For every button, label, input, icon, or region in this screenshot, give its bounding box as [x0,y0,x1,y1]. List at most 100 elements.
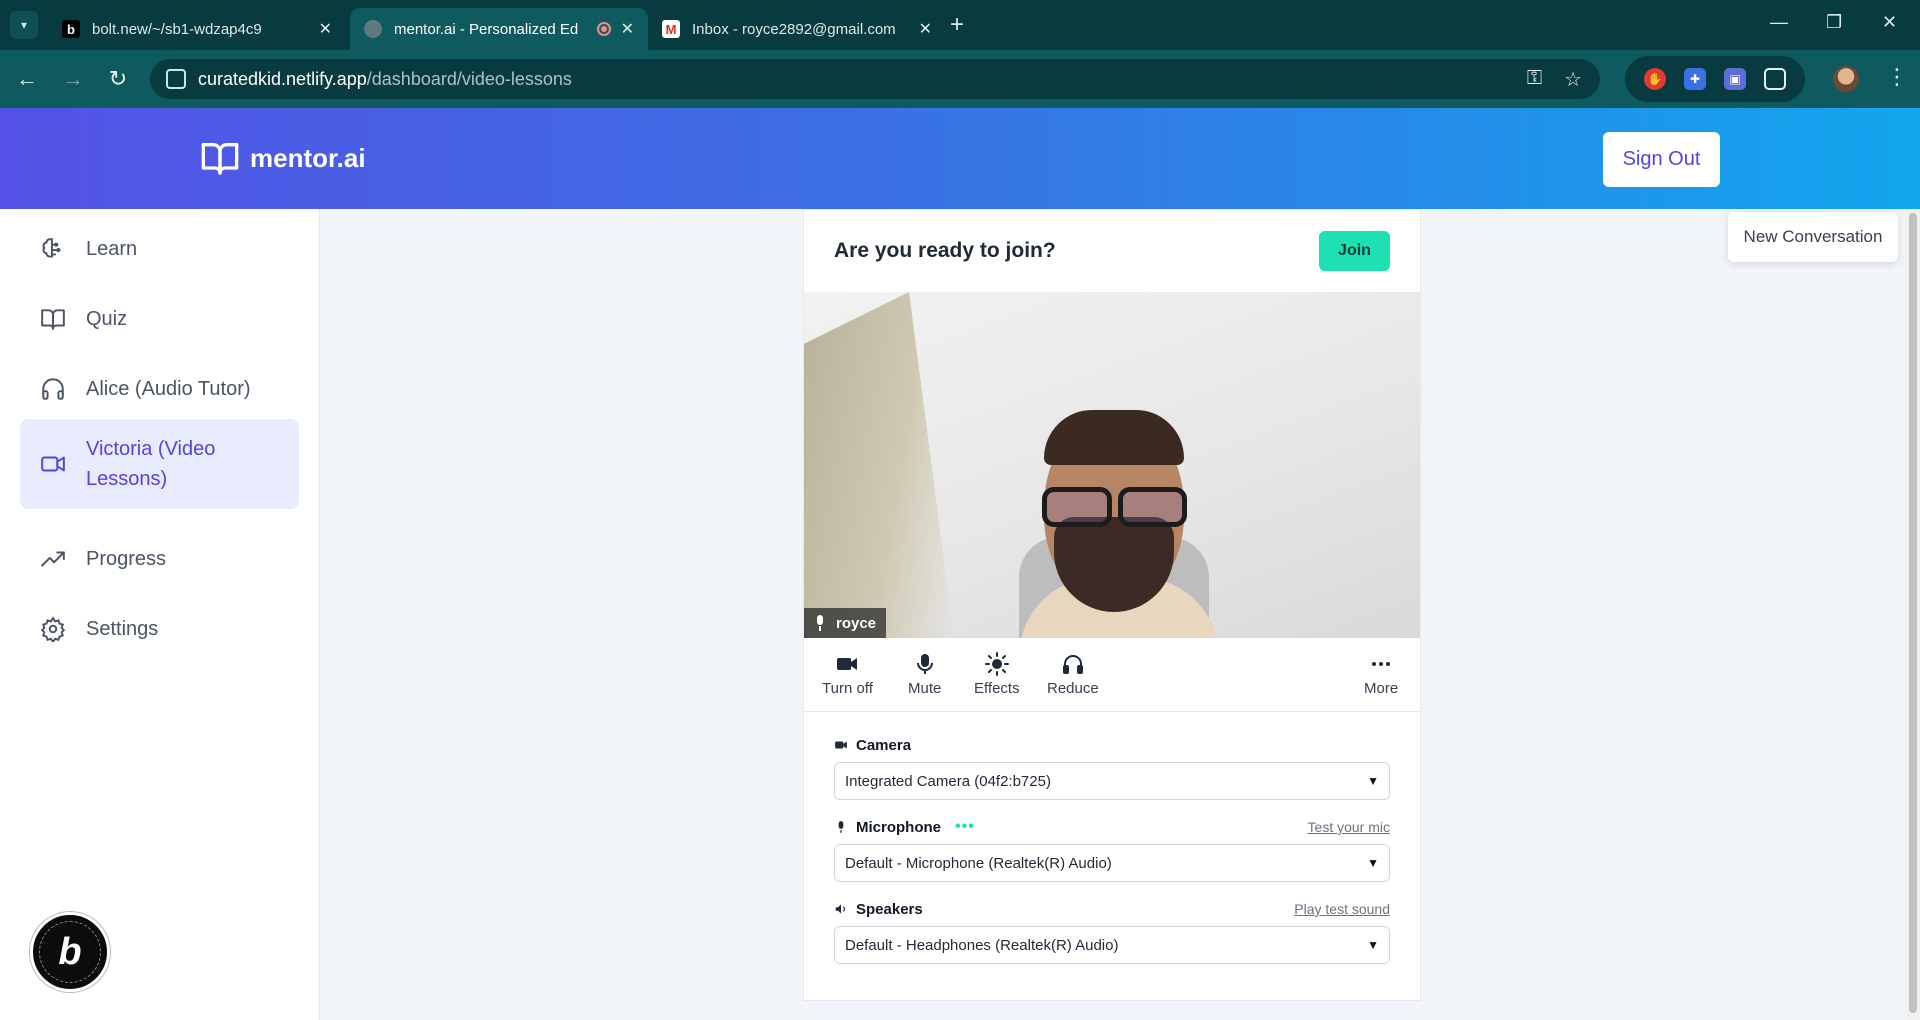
camera-select[interactable]: Integrated Camera (04f2:b725) ▼ [834,762,1390,800]
sidebar-item-quiz[interactable]: Quiz [20,295,299,343]
speakers-setting: Speakers Play test sound Default - Headp… [834,898,1390,964]
camera-icon [837,658,858,670]
microphone-select[interactable]: Default - Microphone (Realtek(R) Audio) … [834,844,1390,882]
tab-gmail[interactable]: M Inbox - royce2892@gmail.com ✕ [648,8,946,50]
sidebar-item-label: Alice (Audio Tutor) [86,377,251,400]
back-icon[interactable]: ← [12,64,42,94]
new-tab-icon[interactable]: + [950,13,964,37]
close-window-icon[interactable]: ✕ [1882,12,1897,33]
tab-close-icon[interactable]: ✕ [319,19,332,39]
restore-icon[interactable]: ❐ [1826,12,1842,33]
logo[interactable]: mentor.ai [200,138,366,178]
participant-name-tag: royce [804,608,887,638]
headset-icon [1062,655,1083,674]
book-icon [41,309,65,330]
chevron-down-icon: ▼ [1367,856,1379,870]
speakers-select-value: Default - Headphones (Realtek(R) Audio) [845,936,1119,954]
sidebar-item-label: Victoria (Video Lessons) [86,438,216,490]
forward-icon[interactable]: → [58,64,88,94]
bolt-badge[interactable]: b [30,912,110,992]
preview-glasses [1042,487,1187,527]
participant-name: royce [836,614,877,632]
browser-tab-bar: ▾ b bolt.new/~/sb1-wdzap4c9 ✕ mentor.ai … [0,0,1920,50]
brain-icon [42,238,61,258]
chevron-down-icon: ▼ [1367,938,1379,952]
preview-wardrobe [804,292,954,638]
mute-button[interactable]: Mute [908,652,941,697]
gmail-icon: M [662,20,680,38]
prejoin-header: Are you ready to join? Join [804,210,1420,292]
more-button[interactable]: More [1364,652,1398,697]
turn-off-camera-button[interactable]: Turn off [822,652,873,697]
sign-out-button[interactable]: Sign Out [1603,132,1720,187]
sidebar: Learn Quiz Alice (Audio Tutor) Victoria … [0,209,320,1020]
sidebar-item-settings[interactable]: Settings [20,605,299,653]
password-key-icon[interactable]: ⚿ [1527,67,1542,92]
more-dots-icon [1372,662,1391,666]
sidebar-item-victoria[interactable]: Victoria (Video Lessons) [20,419,299,509]
recording-icon [596,22,611,36]
reload-icon[interactable]: ↻ [103,64,133,94]
preview-person-hair [1044,410,1184,465]
sidebar-item-learn[interactable]: Learn [20,225,299,273]
minimize-icon[interactable]: — [1770,12,1788,33]
sidebar-item-progress[interactable]: Progress [20,535,299,583]
speakers-select[interactable]: Default - Headphones (Realtek(R) Audio) … [834,926,1390,964]
chevron-down-icon: ▼ [1367,774,1379,788]
page-scrollbar[interactable] [1906,209,1920,1020]
prejoin-heading: Are you ready to join? [834,239,1056,262]
sidebar-item-label: Progress [86,547,167,570]
tab-bolt[interactable]: b bolt.new/~/sb1-wdzap4c9 ✕ [48,8,346,50]
camera-preview: royce [804,292,1420,638]
gear-icon [40,616,66,642]
effects-button[interactable]: Effects [974,652,1020,697]
prejoin-card: Are you ready to join? Join royce Turn o… [803,209,1421,1001]
sidebar-item-label: Settings [86,617,159,640]
tab-search-button[interactable]: ▾ [10,11,38,39]
control-label: Effects [974,680,1020,697]
open-book-icon [201,143,239,175]
camera-label: Camera [856,736,912,754]
control-label: Turn off [822,680,873,697]
globe-icon [364,20,382,38]
reduce-noise-button[interactable]: Reduce [1047,652,1099,697]
microphone-setting: Microphone ••• Test your mic Default - M… [834,816,1390,882]
browser-menu-icon[interactable]: ⋮ [1886,64,1908,90]
site-info-icon[interactable] [166,69,186,89]
mic-icon [817,615,823,631]
camera-setting: Camera Integrated Camera (04f2:b725) ▼ [834,734,1390,800]
extensions-menu-icon[interactable] [1764,68,1786,90]
join-button[interactable]: Join [1319,231,1390,271]
extension-window-icon[interactable]: ▣ [1724,68,1746,90]
play-test-sound-link[interactable]: Play test sound [1294,901,1390,917]
bolt-favicon-icon: b [62,20,80,38]
profile-avatar[interactable] [1833,66,1859,92]
tab-close-icon[interactable]: ✕ [621,19,634,39]
extension-hand-icon[interactable]: ✋ [1644,68,1666,90]
sidebar-item-label: Learn [86,237,138,260]
sun-effects-icon [984,652,1009,676]
test-mic-link[interactable]: Test your mic [1308,819,1390,835]
browser-toolbar: ← → ↻ curatedkid.netlify.app /dashboard/… [0,50,1920,108]
extensions-group: ✋ ✚ ▣ [1625,56,1805,102]
tab-close-icon[interactable]: ✕ [919,19,932,39]
tab-mentor[interactable]: mentor.ai - Personalized Ed ✕ [350,8,648,50]
mic-level-dots-icon: ••• [955,818,975,835]
trend-up-icon [41,551,65,567]
address-bar[interactable]: curatedkid.netlify.app /dashboard/video-… [150,59,1600,99]
extension-puzzle-blue-icon[interactable]: ✚ [1684,68,1706,90]
speaker-icon [835,904,846,914]
microphone-select-value: Default - Microphone (Realtek(R) Audio) [845,854,1112,872]
scrollbar-thumb[interactable] [1909,213,1917,1013]
new-conversation-button[interactable]: New Conversation [1728,212,1898,262]
tab-title: Inbox - royce2892@gmail.com [692,20,896,38]
sidebar-item-alice[interactable]: Alice (Audio Tutor) [20,365,299,413]
bookmark-star-icon[interactable]: ☆ [1564,67,1582,92]
microphone-label: Microphone [856,818,941,836]
device-settings: Camera Integrated Camera (04f2:b725) ▼ M… [804,712,1420,964]
tab-title: bolt.new/~/sb1-wdzap4c9 [92,20,262,38]
control-label: Reduce [1047,680,1099,697]
media-controls: Turn off Mute Effects Reduce More [804,638,1420,712]
logo-text: mentor.ai [250,142,366,173]
camera-small-icon [835,741,847,749]
